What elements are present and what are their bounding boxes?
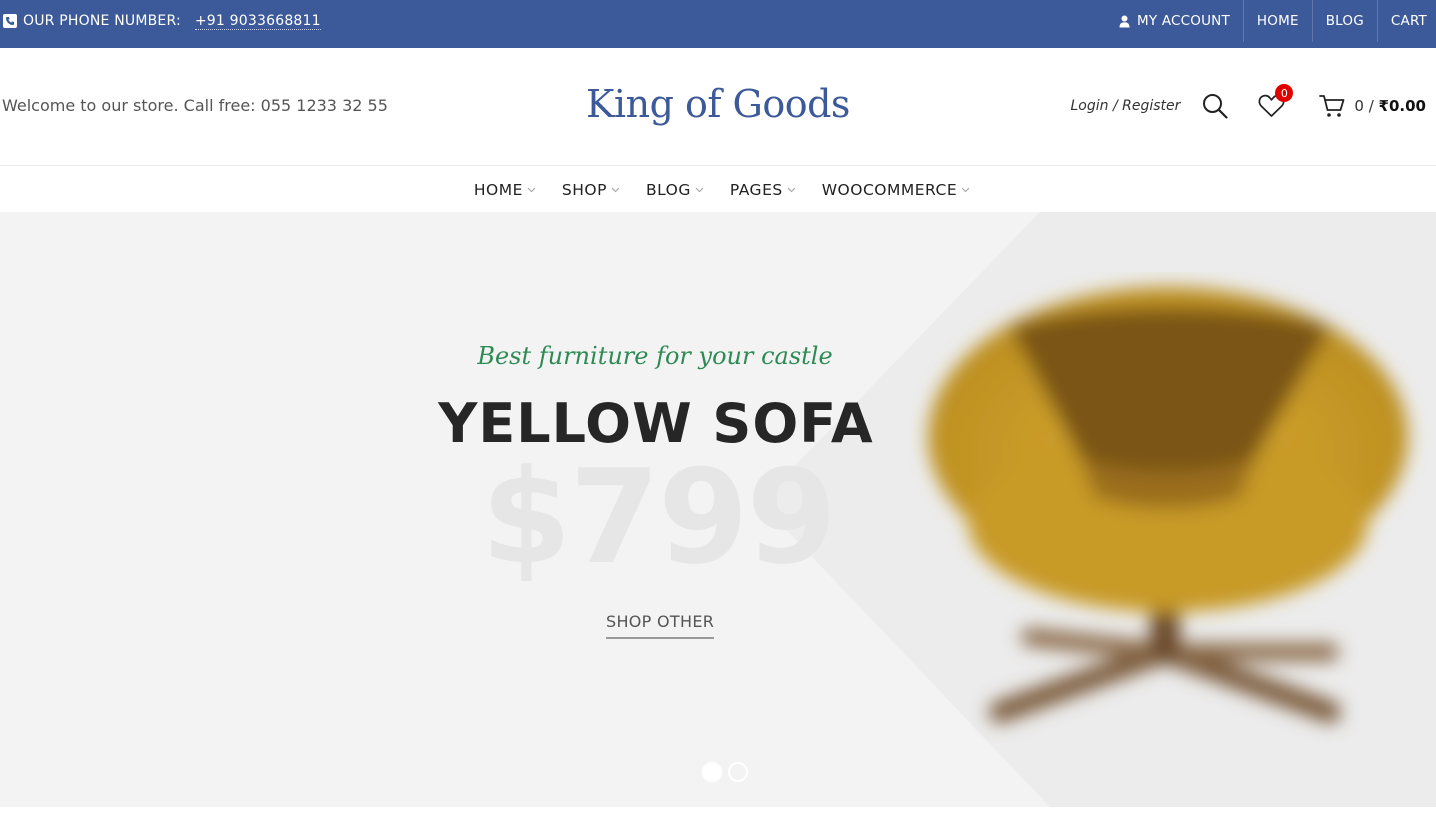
phone-info: OUR PHONE NUMBER: +91 9033668811 — [3, 0, 321, 42]
hero-slider: $799 Best furniture for your castle YELL… — [0, 212, 1436, 807]
nav-label: PAGES — [729, 180, 783, 199]
top-cart-link[interactable]: CART — [1376, 0, 1436, 42]
logo-text: King of Goods — [586, 82, 850, 126]
site-header: Welcome to our store. Call free: 055 123… — [0, 48, 1436, 166]
phone-number-link[interactable]: +91 9033668811 — [194, 13, 321, 30]
login-register-link[interactable]: Login / Register — [1070, 98, 1180, 114]
chevron-down-icon — [961, 187, 970, 193]
slider-dot-1[interactable] — [702, 762, 722, 782]
phone-label: OUR PHONE NUMBER: — [23, 13, 181, 29]
nav-item-blog[interactable]: BLOG — [646, 181, 704, 199]
wishlist-button[interactable]: 0 — [1258, 84, 1294, 118]
cart-count: 0 / — [1354, 97, 1374, 115]
slider-pagination — [702, 762, 748, 782]
chevron-down-icon — [611, 187, 620, 193]
shop-other-button[interactable]: SHOP OTHER — [606, 612, 715, 639]
header-tools: Login / Register 0 0 / ₹0.00 — [1070, 84, 1426, 126]
top-cart-label: CART — [1390, 13, 1427, 29]
my-account-label: MY ACCOUNT — [1137, 13, 1230, 29]
top-home-label: HOME — [1256, 13, 1299, 29]
cart-summary: 0 / ₹0.00 — [1354, 97, 1426, 115]
nav-item-shop[interactable]: SHOP — [562, 181, 620, 199]
nav-label: HOME — [473, 180, 523, 199]
cart-total: ₹0.00 — [1378, 97, 1426, 115]
top-nav: MY ACCOUNT HOME BLOG CART — [1106, 0, 1436, 42]
nav-item-pages[interactable]: PAGES — [730, 181, 796, 199]
search-icon[interactable] — [1202, 93, 1228, 119]
top-blog-label: BLOG — [1325, 13, 1364, 29]
nav-item-home[interactable]: HOME — [474, 181, 536, 199]
top-blog-link[interactable]: BLOG — [1311, 0, 1377, 42]
my-account-link[interactable]: MY ACCOUNT — [1106, 0, 1243, 42]
chevron-down-icon — [787, 187, 796, 193]
slider-dot-2[interactable] — [728, 762, 748, 782]
cart-icon — [1319, 94, 1345, 118]
chevron-down-icon — [527, 187, 536, 193]
wishlist-count-badge: 0 — [1275, 84, 1294, 102]
phone-icon — [3, 14, 17, 28]
chevron-down-icon — [695, 187, 704, 193]
main-nav: HOME SHOP BLOG PAGES WOOCOMMERCE — [0, 167, 1436, 212]
top-bar: OUR PHONE NUMBER: +91 9033668811 MY ACCO… — [0, 0, 1436, 48]
nav-label: BLOG — [645, 180, 691, 199]
nav-label: WOOCOMMERCE — [821, 180, 958, 199]
cart-button[interactable]: 0 / ₹0.00 — [1319, 94, 1426, 118]
nav-label: SHOP — [561, 180, 607, 199]
user-icon — [1119, 15, 1130, 28]
nav-item-woocommerce[interactable]: WOOCOMMERCE — [822, 181, 970, 199]
yellow-chair-image — [928, 287, 1408, 723]
top-home-link[interactable]: HOME — [1242, 0, 1312, 42]
